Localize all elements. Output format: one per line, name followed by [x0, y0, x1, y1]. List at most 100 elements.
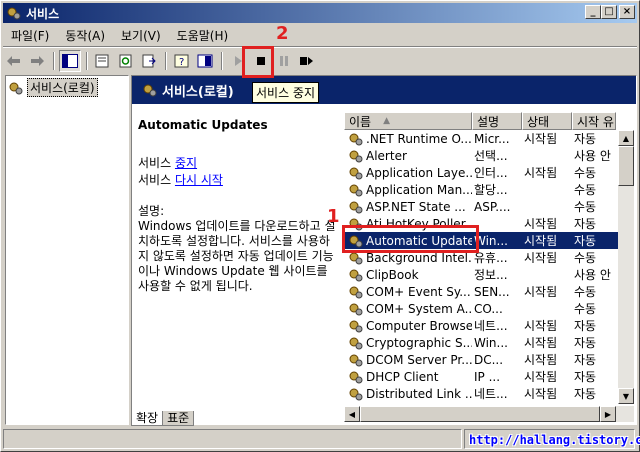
svg-text:?: ? — [179, 57, 184, 68]
menu-view[interactable]: 보기(V) — [113, 27, 169, 44]
title-bar[interactable]: 서비스 _ □ × — [3, 3, 637, 23]
row-name: Application Man... — [344, 183, 472, 197]
minimize-button[interactable]: _ — [585, 5, 601, 19]
stop-service-link[interactable]: 중지 — [175, 156, 197, 170]
close-button[interactable]: × — [619, 5, 635, 19]
row-name: Distributed Link ... — [344, 387, 472, 401]
row-startup-type: 수동 — [574, 166, 597, 180]
table-row[interactable]: COM+ System A... CO... 수동 — [344, 300, 634, 317]
row-status: 시작됨 — [524, 217, 558, 231]
service-gear-icon — [349, 303, 363, 315]
table-row[interactable]: Application Laye... 인터... 시작됨 수동 — [344, 164, 634, 181]
row-startup-type: 자동 — [574, 217, 597, 231]
row-description: Micr... — [474, 131, 510, 146]
menu-action[interactable]: 동작(A) — [57, 27, 113, 44]
row-status: 시작됨 — [524, 319, 558, 333]
refresh-button[interactable] — [115, 50, 137, 72]
column-header-startup-type[interactable]: 시작 유 — [572, 112, 616, 130]
pane-header: 서비스(로컬) — [132, 76, 636, 104]
row-name: ClipBook — [344, 268, 472, 282]
row-startup-type: 자동 — [574, 132, 597, 146]
maximize-button[interactable]: □ — [601, 5, 617, 19]
action-prefix: 서비스 — [138, 173, 172, 187]
help-icon: ? — [174, 54, 189, 68]
table-row[interactable]: Application Man... 할당... 수동 — [344, 181, 634, 198]
row-name-text: ClipBook — [366, 267, 419, 282]
column-header-status[interactable]: 상태 — [522, 112, 572, 130]
table-row[interactable]: Computer Browser 네트... 시작됨 자동 — [344, 317, 634, 334]
show-tree-button[interactable] — [59, 50, 81, 72]
row-name: COM+ Event Sy... — [344, 285, 472, 299]
back-arrow-icon — [7, 56, 20, 66]
row-name: Cryptographic S... — [344, 336, 472, 350]
table-row[interactable]: DHCP Client IP ... 시작됨 자동 — [344, 368, 634, 385]
table-row[interactable]: .NET Runtime O... Micr... 시작됨 자동 — [344, 130, 634, 147]
restart-icon — [300, 57, 313, 65]
restart-service-button[interactable] — [296, 50, 318, 72]
row-description: 할당... — [474, 183, 508, 197]
table-row[interactable]: Cryptographic S... Win... 시작됨 자동 — [344, 334, 634, 351]
row-startup-type: 자동 — [574, 319, 597, 333]
row-description: SEN... — [474, 284, 510, 299]
scroll-left-icon: ◀ — [348, 409, 356, 419]
row-startup-type: 사용 안 — [574, 149, 611, 163]
stop-action-line: 서비스 중지 — [138, 154, 338, 171]
forward-button[interactable] — [26, 50, 48, 72]
row-status: 시작됨 — [524, 370, 558, 384]
toolbar-separator — [165, 52, 167, 70]
tab-standard[interactable]: 표준 — [162, 411, 195, 426]
row-name: .NET Runtime O... — [344, 132, 472, 146]
menu-help[interactable]: 도움말(H) — [169, 27, 237, 44]
restart-service-link[interactable]: 다시 시작 — [175, 173, 223, 187]
service-gear-icon — [349, 286, 363, 298]
row-description: DC... — [474, 352, 504, 367]
help-button[interactable]: ? — [171, 50, 193, 72]
row-name: Computer Browser — [344, 319, 472, 333]
scroll-left-button[interactable]: ◀ — [344, 406, 360, 422]
restart-action-line: 서비스 다시 시작 — [138, 171, 338, 188]
horizontal-scroll-thumb[interactable] — [360, 406, 600, 422]
row-name-text: Application Laye... — [366, 165, 472, 180]
scroll-up-icon: ▲ — [622, 133, 630, 143]
pause-service-button[interactable] — [273, 50, 295, 72]
row-description: Win... — [474, 233, 508, 248]
table-row[interactable]: ASP.NET State ... ASP.... 수동 — [344, 198, 634, 215]
table-row[interactable]: DCOM Server Pr... DC... 시작됨 자동 — [344, 351, 634, 368]
table-row[interactable]: Alerter 선택... 사용 안 — [344, 147, 634, 164]
scroll-right-button[interactable]: ▶ — [600, 406, 616, 422]
tab-extended[interactable]: 확장 — [131, 411, 164, 426]
vertical-scrollbar[interactable]: ▲ ▼ — [618, 130, 634, 404]
tree-item-services-local[interactable]: 서비스(로컬) — [6, 76, 128, 99]
back-button[interactable] — [3, 50, 25, 72]
row-name-text: COM+ Event Sy... — [366, 284, 471, 299]
stop-service-tooltip: 서비스 중지 — [252, 82, 320, 103]
row-startup-type: 수동 — [574, 251, 597, 265]
horizontal-scrollbar[interactable]: ◀ ▶ — [344, 406, 634, 422]
row-name-text: Alerter — [366, 148, 407, 163]
row-startup-type: 수동 — [574, 285, 597, 299]
description-text: Windows 업데이트를 다운로드하고 설치하도록 설정합니다. 서비스를 사… — [138, 219, 336, 293]
window-title: 서비스 — [26, 6, 60, 21]
column-header-name[interactable]: 이름 ▲ — [344, 112, 472, 130]
row-description: IP ... — [474, 369, 501, 384]
scroll-right-icon: ▶ — [604, 409, 612, 419]
view-tabs: 확장 표준 — [131, 411, 195, 426]
scroll-thumb[interactable] — [618, 146, 634, 186]
console-view-button[interactable] — [194, 50, 216, 72]
column-header-description[interactable]: 설명 — [472, 112, 522, 130]
scroll-up-button[interactable]: ▲ — [618, 130, 634, 146]
menu-file[interactable]: 파일(F) — [3, 27, 57, 44]
service-gear-icon — [349, 388, 363, 400]
row-name-text: Computer Browser — [366, 318, 472, 333]
properties-button[interactable] — [92, 50, 114, 72]
table-row[interactable]: ClipBook 정보... 사용 안 — [344, 266, 634, 283]
selected-service-title: Automatic Updates — [138, 118, 268, 132]
toolbar: ? — [3, 49, 637, 73]
scroll-down-button[interactable]: ▼ — [618, 388, 634, 404]
row-status: 시작됨 — [524, 387, 558, 401]
row-status: 시작됨 — [524, 166, 558, 180]
table-row[interactable]: Distributed Link ... 네트... 시작됨 자동 — [344, 385, 634, 402]
properties-icon — [95, 54, 109, 68]
table-row[interactable]: COM+ Event Sy... SEN... 시작됨 수동 — [344, 283, 634, 300]
export-list-button[interactable] — [138, 50, 160, 72]
